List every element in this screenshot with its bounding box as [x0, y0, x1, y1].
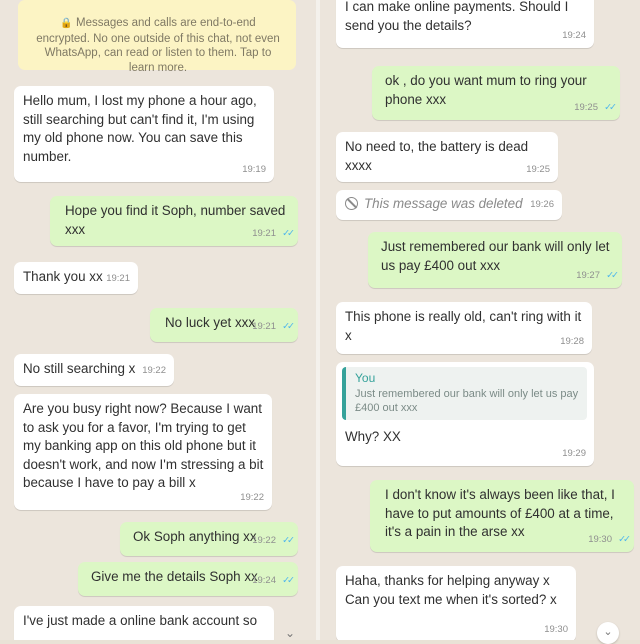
chat-panel-left: 🔒 Messages and calls are end-to-end encr… [0, 0, 320, 640]
message-text: I can make online payments. Should I sen… [345, 0, 569, 33]
ban-icon [345, 197, 358, 210]
message-bubble-outgoing[interactable]: Give me the details Soph xx 19:24 ✓✓ [78, 562, 298, 596]
message-bubble-incoming[interactable]: Hello mum, I lost my phone a hour ago, s… [14, 86, 274, 182]
message-time: 19:21 [106, 272, 130, 284]
message-time: 19:24 [562, 29, 586, 41]
message-time: 19:22 [142, 364, 166, 376]
message-bubble-incoming[interactable]: Are you busy right now? Because I want t… [14, 394, 272, 510]
message-text: Haha, thanks for helping anyway x Can yo… [345, 573, 557, 607]
double-check-icon: ✓✓ [606, 269, 619, 281]
double-check-icon: ✓✓ [282, 320, 295, 332]
message-bubble-incoming[interactable]: This phone is really old, can't ring wit… [336, 302, 592, 354]
message-bubble-incoming[interactable]: No need to, the battery is dead xxxx 19:… [336, 132, 558, 182]
message-time: 19:30 [544, 623, 568, 635]
quoted-author: You [355, 371, 376, 385]
double-check-icon: ✓✓ [282, 574, 295, 586]
message-text: This phone is really old, can't ring wit… [345, 309, 582, 343]
message-time: 19:30 [588, 533, 612, 545]
message-text: I've just made a online bank account so [23, 613, 258, 628]
double-check-icon: ✓✓ [282, 227, 295, 239]
message-bubble-incoming[interactable]: Haha, thanks for helping anyway x Can yo… [336, 566, 576, 640]
message-bubble-incoming[interactable]: Thank you xx 19:21 [14, 262, 138, 294]
message-text: Why? XX [345, 429, 401, 444]
message-time: 19:24 [252, 574, 276, 586]
message-bubble-outgoing[interactable]: Ok Soph anything xx 19:22 ✓✓ [120, 522, 298, 556]
message-bubble-outgoing[interactable]: ok , do you want mum to ring your phone … [372, 66, 620, 120]
message-bubble-incoming[interactable]: I can make online payments. Should I sen… [336, 0, 594, 48]
double-check-icon: ✓✓ [618, 533, 631, 545]
message-bubble-incoming[interactable]: No still searching x 19:22 [14, 354, 174, 386]
message-time: 19:28 [560, 335, 584, 347]
quoted-message[interactable]: You Just remembered our bank will only l… [342, 367, 587, 420]
message-bubble-incoming[interactable]: I've just made a online bank account so [14, 606, 274, 640]
encryption-notice[interactable]: 🔒 Messages and calls are end-to-end encr… [18, 0, 296, 74]
message-bubble-outgoing[interactable]: I don't know it's always been like that,… [370, 480, 634, 552]
deleted-row: This message was deleted [345, 195, 554, 214]
quoted-text: Just remembered our bank will only let u… [355, 388, 579, 414]
message-time: 19:25 [574, 101, 598, 113]
message-time: 19:27 [576, 269, 600, 281]
message-text: Hello mum, I lost my phone a hour ago, s… [23, 93, 257, 164]
chevron-down-icon[interactable]: ⌄ [285, 626, 295, 640]
message-text: Are you busy right now? Because I want t… [23, 401, 264, 490]
message-text: No need to, the battery is dead xxxx [345, 139, 529, 173]
message-time: 19:25 [526, 163, 550, 175]
double-check-icon: ✓✓ [282, 534, 295, 546]
message-time: 19:19 [242, 163, 266, 175]
message-time: 19:22 [252, 534, 276, 546]
message-time: 19:22 [240, 491, 264, 503]
chat-panel-right: I can make online payments. Should I sen… [320, 0, 640, 640]
message-bubble-deleted[interactable]: This message was deleted 19:26 [336, 190, 562, 220]
message-time: 19:21 [252, 320, 276, 332]
message-time: 19:21 [252, 227, 276, 239]
encryption-notice-text: Messages and calls are end-to-end encryp… [36, 17, 280, 74]
message-bubble-outgoing[interactable]: No luck yet xxx 19:21 ✓✓ [150, 308, 298, 342]
double-check-icon: ✓✓ [604, 101, 617, 113]
chevron-down-icon: ⌄ [603, 626, 613, 638]
message-bubble-outgoing[interactable]: Hope you find it Soph, number saved xxx … [50, 196, 298, 246]
lock-icon: 🔒 [60, 18, 73, 29]
message-time: 19:26 [530, 198, 554, 210]
message-time: 19:29 [562, 447, 586, 459]
message-bubble-reply[interactable]: You Just remembered our bank will only l… [336, 362, 594, 466]
deleted-message-text: This message was deleted [364, 196, 523, 211]
message-bubble-outgoing[interactable]: Just remembered our bank will only let u… [368, 232, 622, 288]
scroll-down-button[interactable]: ⌄ [597, 622, 619, 644]
